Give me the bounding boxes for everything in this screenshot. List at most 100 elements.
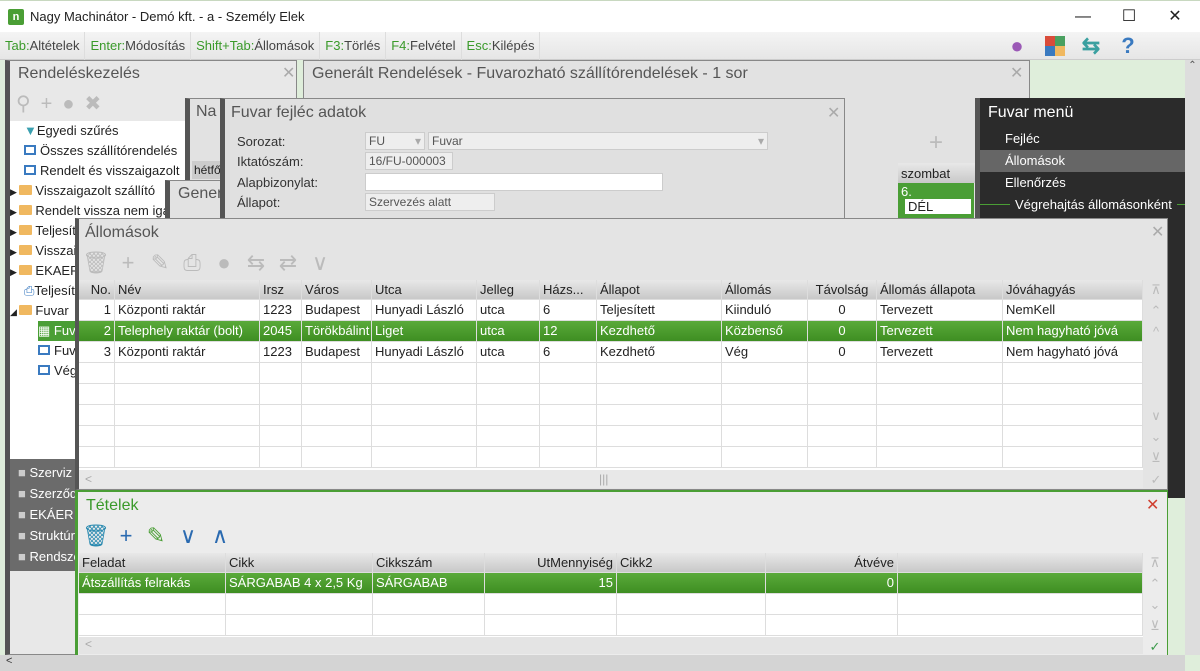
- table-row[interactable]: Átszállítás felrakás SÁRGABAB 4 x 2,5 Kg S…: [79, 573, 1143, 594]
- nav-item[interactable]: ■ Szerviz: [18, 462, 72, 483]
- table-row[interactable]: [79, 615, 1143, 636]
- expand-icon[interactable]: ▶: [10, 247, 19, 257]
- close-icon[interactable]: ✕: [1146, 495, 1159, 515]
- column-header[interactable]: Név: [115, 280, 260, 299]
- column-header[interactable]: Jóváhagyás: [1003, 280, 1143, 299]
- page-up-icon[interactable]: ⌃: [1145, 301, 1167, 321]
- collapse-icon[interactable]: ◢: [10, 307, 19, 317]
- column-header[interactable]: No.: [79, 280, 115, 299]
- add-icon[interactable]: +: [111, 522, 141, 550]
- close-icon[interactable]: ✕: [1151, 222, 1164, 242]
- edit-icon[interactable]: ✎: [145, 249, 175, 277]
- table-row[interactable]: 1 Központi raktár 1223 Budapest Hunyadi Lász…: [79, 300, 1143, 321]
- delete-icon[interactable]: 🗑: [81, 522, 111, 550]
- column-header[interactable]: Irsz: [260, 280, 302, 299]
- modules-grid-icon[interactable]: [1037, 33, 1073, 59]
- add-icon[interactable]: +: [41, 93, 63, 115]
- tree-icon[interactable]: ●: [62, 93, 84, 115]
- column-header[interactable]: Cikk2: [617, 553, 766, 572]
- table-row[interactable]: [79, 447, 1143, 468]
- confirm-icon[interactable]: ✓: [1145, 470, 1167, 490]
- menu-item-allomasok[interactable]: Állomások: [980, 150, 1190, 172]
- next-row-icon[interactable]: ∨: [1145, 406, 1167, 426]
- shortcut-0[interactable]: Tab:Altételek: [0, 32, 86, 60]
- column-header[interactable]: UtMennyiség: [485, 553, 617, 572]
- shortcut-2[interactable]: Shift+Tab:Állomások: [191, 32, 321, 60]
- delete-icon[interactable]: 🗑: [81, 249, 111, 277]
- column-header[interactable]: Átvéve: [766, 553, 898, 572]
- column-header[interactable]: [898, 553, 1143, 572]
- alapbizonylat-field[interactable]: [365, 173, 663, 191]
- column-header[interactable]: Utca: [372, 280, 477, 299]
- tree-item[interactable]: ▼Egyedi szűrés: [24, 121, 194, 141]
- column-header[interactable]: Házs...: [540, 280, 597, 299]
- menu-item-ellenorzes[interactable]: Ellenőrzés: [980, 172, 1190, 194]
- chevron-down-icon[interactable]: ∨: [173, 522, 203, 550]
- confirm-icon[interactable]: ✓: [1144, 637, 1166, 657]
- allapot-field[interactable]: Szervezés alatt: [365, 193, 495, 211]
- column-header[interactable]: Cikkszám: [373, 553, 485, 572]
- shortcut-4[interactable]: F4:Felvétel: [386, 32, 462, 60]
- tree-item[interactable]: ▶ Visszaigazolt szállító: [10, 181, 180, 201]
- minimize-button[interactable]: —: [1060, 5, 1106, 29]
- column-header[interactable]: Távolság: [808, 280, 877, 299]
- first-row-icon[interactable]: ⊼: [1144, 553, 1166, 573]
- shortcut-5[interactable]: Esc:Kilépés: [462, 32, 541, 60]
- sorozat-name-select[interactable]: Fuvar ▾: [428, 132, 768, 150]
- table-row[interactable]: [79, 405, 1143, 426]
- column-header[interactable]: Cikk: [226, 553, 373, 572]
- column-header[interactable]: Jelleg: [477, 280, 540, 299]
- close-icon[interactable]: ✕: [282, 63, 295, 83]
- main-horizontal-scrollbar[interactable]: <: [0, 655, 1185, 671]
- prev-row-icon[interactable]: ^: [1145, 322, 1167, 342]
- column-header[interactable]: Állomás: [722, 280, 808, 299]
- close-icon[interactable]: ✕: [1010, 63, 1023, 83]
- globe-icon[interactable]: ●: [209, 249, 239, 277]
- nav-item[interactable]: ■ EKÁER: [18, 504, 74, 525]
- horizontal-scrollbar[interactable]: < |||: [79, 470, 1143, 488]
- column-header[interactable]: Város: [302, 280, 372, 299]
- expand-icon[interactable]: ▶: [10, 267, 19, 277]
- add-icon[interactable]: +: [113, 249, 143, 277]
- vertical-scrollbar[interactable]: ⌃: [1185, 60, 1200, 655]
- add-icon[interactable]: +: [929, 129, 943, 157]
- first-row-icon[interactable]: ⊼: [1145, 280, 1167, 300]
- table-row[interactable]: 2 Telephely raktár (bolt) 2045 Törökbálint L…: [79, 321, 1143, 342]
- user-icon[interactable]: ●: [999, 33, 1035, 59]
- print-icon[interactable]: ⎙: [177, 249, 207, 277]
- saturday-cell[interactable]: 6. DÉL: [898, 183, 974, 223]
- table-row[interactable]: [79, 363, 1143, 384]
- swap-icon[interactable]: ⇆: [241, 249, 271, 277]
- column-header[interactable]: Állomás állapota: [877, 280, 1003, 299]
- chevron-down-icon[interactable]: ∨: [305, 249, 335, 277]
- last-row-icon[interactable]: ⊻: [1144, 616, 1166, 636]
- edit-icon[interactable]: ✎: [141, 522, 171, 550]
- column-header[interactable]: Állapot: [597, 280, 722, 299]
- iktatoszam-field[interactable]: 16/FU-000003: [365, 152, 453, 170]
- horizontal-scrollbar[interactable]: <: [79, 637, 1143, 654]
- reorder-icon[interactable]: ⇄: [273, 249, 303, 277]
- tree-item[interactable]: Összes szállítórendelés: [24, 141, 194, 161]
- table-row[interactable]: 3 Központi raktár 1223 Budapest Hunyadi Lász…: [79, 342, 1143, 363]
- search-icon[interactable]: ⚲: [16, 93, 41, 115]
- expand-icon[interactable]: ▶: [10, 227, 19, 237]
- switch-arrows-icon[interactable]: ⇆: [1073, 33, 1109, 59]
- chevron-up-icon[interactable]: ∧: [205, 522, 235, 550]
- shortcut-1[interactable]: Enter:Módosítás: [85, 32, 192, 60]
- sorozat-select[interactable]: FU ▾: [365, 132, 425, 150]
- nav-item[interactable]: ■ Struktúra: [18, 525, 82, 546]
- table-row[interactable]: [79, 384, 1143, 405]
- expand-icon[interactable]: ▶: [10, 187, 19, 197]
- last-row-icon[interactable]: ⊻: [1145, 448, 1167, 468]
- maximize-button[interactable]: ☐: [1106, 5, 1152, 29]
- menu-item-fejlec[interactable]: Fejléc: [980, 128, 1190, 150]
- page-up-icon[interactable]: ⌃: [1144, 574, 1166, 594]
- tree-item[interactable]: Rendelt és visszaigazolt: [24, 161, 194, 181]
- expand-icon[interactable]: ▶: [10, 207, 19, 217]
- shortcut-3[interactable]: F3:Törlés: [320, 32, 387, 60]
- help-icon[interactable]: ?: [1110, 33, 1146, 59]
- column-header[interactable]: Feladat: [79, 553, 226, 572]
- page-down-icon[interactable]: ⌄: [1144, 595, 1166, 615]
- close-window-button[interactable]: ✕: [1152, 5, 1198, 29]
- table-row[interactable]: [79, 426, 1143, 447]
